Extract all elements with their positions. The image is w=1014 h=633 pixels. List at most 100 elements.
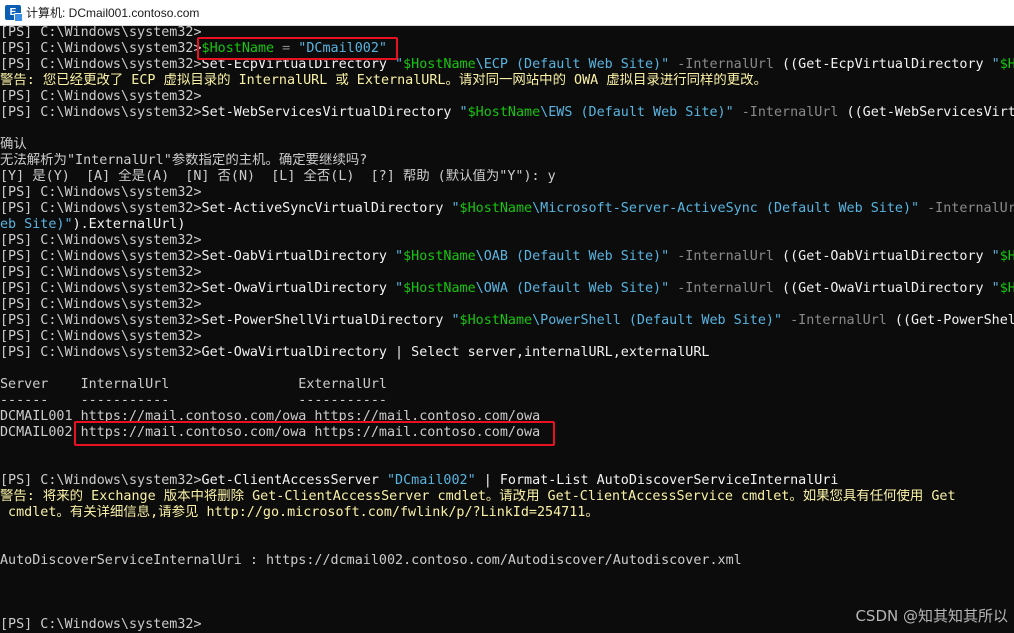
console-text: -InternalUrl — [782, 313, 895, 328]
powershell-console[interactable]: [PS] C:\Windows\system32> [PS] C:\Windows… — [0, 25, 1014, 633]
console-line: 警告: 将来的 Exchange 版本中将删除 Get-ClientAccess… — [0, 489, 1014, 505]
console-text: " — [395, 281, 404, 296]
console-text: [PS] C:\Windows\system32> — [0, 105, 202, 120]
console-text: 确认 — [0, 137, 27, 152]
console-text: "DCmail002" — [298, 41, 387, 56]
console-text: $HostName — [467, 105, 541, 120]
console-line: DCMAIL002 https://mail.contoso.com/owa h… — [0, 425, 1014, 441]
console-line: [Y] 是(Y) [A] 全是(A) [N] 否(N) [L] 全否(L) [?… — [0, 169, 1014, 185]
console-line: [PS] C:\Windows\system32>Set-OabVirtualD… — [0, 249, 1014, 265]
console-text: -InternalUrl — [919, 201, 1014, 216]
console-text: ((Get-OwaVirtualDirectory — [782, 281, 992, 296]
console-line: cmdlet。有关详细信息,请参见 http://go.microsoft.co… — [0, 505, 1014, 521]
console-text: Server InternalUrl ExternalUrl — [0, 377, 387, 392]
console-text: [PS] C:\Windows\system32> — [0, 201, 202, 216]
console-text: " — [451, 313, 460, 328]
console-text: Get-OwaVirtualDirectory | Select server,… — [201, 345, 710, 360]
console-text: \Microsoft-Server-ActiveSync (Default We… — [532, 201, 920, 216]
console-text: " — [459, 105, 468, 120]
console-text: [PS] C:\Windows\system32> — [0, 57, 202, 72]
console-text: Set-EcpVirtualDirectory — [201, 57, 396, 72]
console-text: \EWS (Default Web Site)" — [540, 105, 734, 120]
console-text: [Y] 是(Y) [A] 全是(A) [N] 否(N) [L] 全否(L) [?… — [0, 169, 556, 184]
console-text: eb Site)" — [0, 217, 73, 232]
console-line: Server InternalUrl ExternalUrl — [0, 377, 1014, 393]
console-text: \ECP (Default Web Site)" — [475, 57, 670, 72]
console-text: [PS] C:\Windows\system32> — [0, 41, 202, 56]
console-text: Get-ClientAccessServer — [201, 473, 387, 488]
console-text: [PS] C:\Windows\system32> — [0, 473, 202, 488]
console-text: \OWA (Default Web Site)" — [475, 281, 670, 296]
console-text: Set-OabVirtualDirectory — [201, 249, 396, 264]
console-text: cmdlet。有关详细信息,请参见 http://go.microsoft.co… — [0, 505, 599, 520]
console-text: " — [395, 57, 404, 72]
watermark: CSDN @知其知其所以 — [855, 607, 1008, 625]
console-text: [PS] C:\Windows\system32> — [0, 249, 202, 264]
window-title: 计算机: DCmail001.contoso.com — [26, 6, 200, 20]
console-text: ((Get-WebServicesVirtu — [846, 105, 1014, 120]
console-text: [PS] C:\Windows\system32> — [0, 265, 202, 280]
console-line: [PS] C:\Windows\system32>Set-WebServices… — [0, 105, 1014, 121]
console-text: Set-WebServicesVirtualDirectory — [201, 105, 460, 120]
console-line: AutoDiscoverServiceInternalUri : https:/… — [0, 553, 1014, 569]
console-line: [PS] C:\Windows\system32> — [0, 25, 1014, 41]
console-text: " — [395, 249, 404, 264]
console-line: DCMAIL001 https://mail.contoso.com/owa h… — [0, 409, 1014, 425]
console-line: [PS] C:\Windows\system32>Set-EcpVirtualD… — [0, 57, 1014, 73]
console-text: [PS] C:\Windows\system32> — [0, 185, 202, 200]
console-text: $HostName — [459, 313, 533, 328]
console-text: ------ ----------- ----------- — [0, 393, 387, 408]
console-text: ((Get-PowerShell — [894, 313, 1014, 328]
console-text: 警告: 您已经更改了 ECP 虚拟目录的 InternalURL 或 Exter… — [0, 73, 767, 88]
console-text: = — [274, 41, 299, 56]
console-line: 确认 — [0, 137, 1014, 153]
console-text: " — [991, 249, 1000, 264]
console-text: -InternalUrl — [669, 57, 783, 72]
console-text: [PS] C:\Windows\system32> — [0, 25, 202, 40]
console-text: -InternalUrl — [733, 105, 847, 120]
console-text: $HostName — [201, 41, 275, 56]
console-text: Set-OwaVirtualDirectory — [201, 281, 396, 296]
console-text: [PS] C:\Windows\system32> — [0, 345, 202, 360]
console-text: [PS] C:\Windows\system32> — [0, 281, 202, 296]
console-text: ).ExternalUrl) — [72, 217, 186, 232]
console-text: 警告: 将来的 Exchange 版本中将删除 Get-ClientAccess… — [0, 489, 956, 504]
console-text: [PS] C:\Windows\system32> — [0, 233, 202, 248]
console-text: [PS] C:\Windows\system32> — [0, 329, 202, 344]
console-text: -InternalUrl — [669, 249, 783, 264]
console-text: $HostName — [459, 201, 533, 216]
console-text: " — [991, 57, 1000, 72]
exchange-console-icon: E — [5, 5, 23, 22]
console-text: \PowerShell (Default Web Site)" — [532, 313, 783, 328]
console-text: "DCmail002" — [386, 473, 476, 488]
console-text: [PS] C:\Windows\system32> — [0, 297, 202, 312]
window-titlebar[interactable]: E 计算机: DCmail001.contoso.com — [0, 0, 1014, 26]
console-text: $Ho — [999, 57, 1014, 72]
console-text: 无法解析为"InternalUrl"参数指定的主机。确定要继续吗? — [0, 153, 368, 168]
console-text: | Format-List AutoDiscoverServiceInterna… — [475, 473, 839, 488]
console-line: [PS] C:\Windows\system32> — [0, 329, 1014, 345]
console-text: -InternalUrl — [669, 281, 783, 296]
console-text: ((Get-EcpVirtualDirectory — [782, 57, 992, 72]
console-line: eb Site)").ExternalUrl) — [0, 217, 1014, 233]
console-text: $HostName — [403, 57, 476, 72]
console-text: $HostName — [403, 281, 476, 296]
console-line: [PS] C:\Windows\system32>Set-PowerShellV… — [0, 313, 1014, 329]
console-line: [PS] C:\Windows\system32> — [0, 233, 1014, 249]
console-line: [PS] C:\Windows\system32> — [0, 297, 1014, 313]
console-text: AutoDiscoverServiceInternalUri : https:/… — [0, 553, 742, 568]
console-line: [PS] C:\Windows\system32>$HostName = "DC… — [0, 41, 1014, 57]
console-line: 无法解析为"InternalUrl"参数指定的主机。确定要继续吗? — [0, 153, 1014, 169]
console-text: ((Get-OabVirtualDirectory — [782, 249, 992, 264]
console-line: [PS] C:\Windows\system32>Get-ClientAcces… — [0, 473, 1014, 489]
console-text: [PS] C:\Windows\system32> — [0, 617, 202, 632]
console-text: $Ho — [999, 281, 1014, 296]
console-text: DCMAIL001 https://mail.contoso.com/owa h… — [0, 409, 541, 424]
